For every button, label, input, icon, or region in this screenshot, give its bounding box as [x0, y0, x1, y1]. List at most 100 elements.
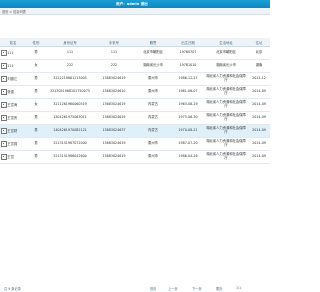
cell-addr: 湖北省人力资源和社会保障厅 [204, 150, 248, 164]
table-row[interactable]: 111 女 222 222 湖南省长沙市 19781010 湖南省长沙市 湖南 [0, 59, 270, 73]
table-row[interactable]: 王富财 男 1404261970082121 13683024637 内蒙古 1970-0… [0, 124, 270, 138]
cell-birth: 1975-06-30 [172, 111, 204, 125]
cell-addr2: 2015-12 [248, 72, 270, 86]
cell-origin: 泰州市 [134, 150, 172, 164]
cell-name-text: 111 [7, 63, 14, 68]
content-area: 姓名 性别 身份证号 手机号 籍贯 出生日期 生活地址 住址 111 男 111 11… [0, 36, 270, 291]
cell-sex: 女 [26, 59, 46, 73]
cell-name-text: 王富财 [7, 128, 18, 133]
cell-addr2: 2014-09 [248, 150, 270, 164]
next-page-link[interactable]: 下一页 [192, 286, 202, 291]
col-name: 姓名 [0, 38, 26, 47]
cell-idcard: 1504261975063011 [46, 111, 94, 125]
cell-phone: 222 [94, 59, 134, 73]
edit-icon[interactable] [1, 63, 7, 69]
cell-sex: 男 [26, 124, 46, 138]
cell-addr2: 2014-09 [248, 137, 270, 151]
cell-birth: 1986-12-27 [172, 72, 204, 86]
cell-origin: 泰州市 [134, 72, 172, 86]
cell-idcard: 1404261970082121 [46, 124, 94, 138]
user-status[interactable]: 用户：admin 退出 [116, 2, 148, 7]
prev-page-link[interactable]: 上一页 [168, 286, 178, 291]
cell-name: 张强 [0, 85, 26, 99]
cell-idcard: 111 [46, 46, 94, 60]
cell-name: 王富强 [0, 137, 26, 151]
cell-addr2: 北京 [248, 46, 270, 60]
cell-birth: 1970-08-21 [172, 124, 204, 138]
cell-name-text: 张强 [7, 89, 14, 94]
cell-origin: 内蒙古 [134, 111, 172, 125]
breadcrumb: 首页 > 信息列表 [2, 10, 26, 14]
edit-icon[interactable] [1, 102, 7, 108]
table-row[interactable]: 111 男 111 111 北京市朝阳区 19760707 北京市朝阳区 北京 [0, 46, 270, 60]
records-table: 姓名 性别 身份证号 手机号 籍贯 出生日期 生活地址 住址 111 男 111 11… [0, 38, 270, 164]
cell-name: 王富财 [0, 124, 26, 138]
last-page-link[interactable]: 尾页 [216, 286, 222, 291]
col-addr2: 住址 [248, 38, 270, 47]
col-phone: 手机号 [94, 38, 134, 47]
pagination: 共 9 条记录 首页 上一页 下一页 尾页 1/1 [0, 286, 270, 292]
cell-phone: 111 [94, 46, 134, 60]
cell-addr: 湖南省长沙市 [204, 59, 248, 73]
cell-idcard: 3211261960060519 [46, 98, 94, 112]
cell-idcard: 3213151986042600 [46, 150, 94, 164]
col-addr: 生活地址 [204, 38, 248, 47]
cell-addr: 湖北省人力资源和社会保障厅 [204, 98, 248, 112]
cell-origin: 湖南省长沙市 [134, 59, 172, 73]
edit-icon[interactable] [1, 89, 7, 95]
cell-origin: 北京市朝阳区 [134, 46, 172, 60]
cell-phone: 13683024619 [94, 98, 134, 112]
cell-birth: 1963-08-29 [172, 98, 204, 112]
first-page-link[interactable]: 首页 [150, 286, 156, 291]
cell-idcard: 3213151987072000 [46, 137, 94, 151]
cell-name: 王富贵 [0, 111, 26, 125]
cell-origin: 内蒙古 [134, 124, 172, 138]
edit-icon[interactable] [1, 115, 7, 121]
edit-icon[interactable] [1, 76, 7, 82]
edit-icon[interactable] [1, 50, 7, 56]
table-row[interactable]: 王富 男 3213151986042600 13683024619 泰州市 1986-04… [0, 150, 270, 164]
cell-origin: 内蒙古 [134, 98, 172, 112]
cell-birth: 1961-06-07 [172, 85, 204, 99]
page-indicator: 1/1 [236, 286, 242, 290]
cell-name-text: 王富 [7, 154, 14, 159]
edit-icon[interactable] [1, 141, 7, 147]
cell-phone: 13683024610 [94, 85, 134, 99]
table-header-row: 姓名 性别 身份证号 手机号 籍贯 出生日期 生活地址 住址 [0, 38, 270, 47]
cell-phone: 13683024619 [94, 137, 134, 151]
cell-phone: 13683024619 [94, 111, 134, 125]
cell-addr: 湖北省人力资源和社会保障厅 [204, 85, 248, 99]
cell-name: 111 [0, 46, 26, 60]
col-birth: 出生日期 [172, 38, 204, 47]
table-row[interactable]: 张强 男 3213051968102750075 13683024610 泰州市 1961… [0, 85, 270, 99]
table-row[interactable]: 王富强 男 3213151987072000 13683024619 泰州市 1987-0… [0, 137, 270, 151]
cell-birth: 19781010 [172, 59, 204, 73]
cell-name-text: 刘德江 [7, 76, 18, 81]
cell-addr2: 湖南 [248, 59, 270, 73]
cell-addr: 湖北省人力资源和社会保障厅 [204, 111, 248, 125]
cell-addr: 湖北省人力资源和社会保障厅 [204, 72, 248, 86]
cell-idcard: 3213051968102750075 [46, 85, 94, 99]
cell-addr: 北京市朝阳区 [204, 46, 248, 60]
cell-addr2: 2014-09 [248, 85, 270, 99]
top-banner: 用户：admin 退出 [0, 0, 270, 8]
cell-name: 王富 [0, 150, 26, 164]
cell-sex: 男 [26, 137, 46, 151]
table-row[interactable]: 王富贵 男 1504261975063011 13683024619 内蒙古 1975-0… [0, 111, 270, 125]
cell-sex: 女 [26, 98, 46, 112]
cell-addr: 湖北省人力资源和社会保障厅 [204, 124, 248, 138]
edit-icon[interactable] [1, 128, 7, 134]
cell-sex: 男 [26, 72, 46, 86]
cell-phone: 13683024619 [94, 150, 134, 164]
cell-origin: 泰州市 [134, 137, 172, 151]
cell-origin: 泰州市 [134, 85, 172, 99]
col-idcard: 身份证号 [46, 38, 94, 47]
cell-addr2: 2014-09 [248, 111, 270, 125]
table-row[interactable]: 刘德江 男 3222219861213005 13683024619 泰州市 1986-1… [0, 72, 270, 86]
cell-sex: 男 [26, 46, 46, 60]
cell-name-text: 王富贵 [7, 115, 18, 120]
table-row[interactable]: 王富涛 女 3211261960060519 13683024619 内蒙古 1963-0… [0, 98, 270, 112]
cell-sex: 男 [26, 111, 46, 125]
edit-icon[interactable] [1, 154, 7, 160]
cell-name: 王富涛 [0, 98, 26, 112]
